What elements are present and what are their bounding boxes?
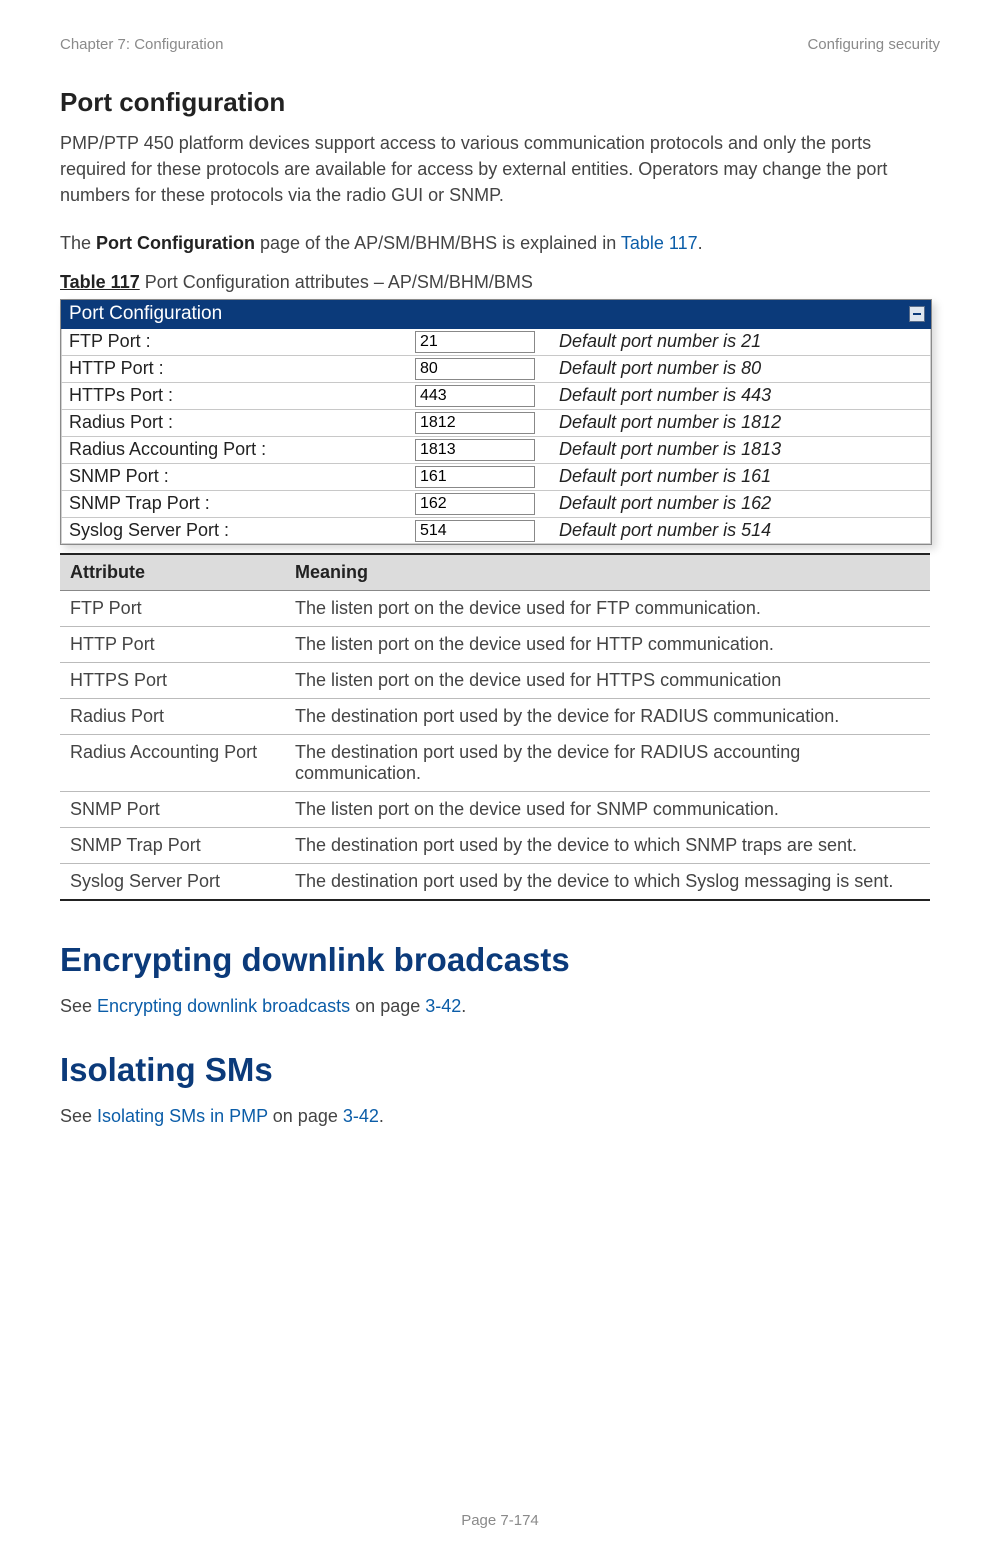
port-label: FTP Port : — [61, 329, 411, 355]
port-hint: Default port number is 1813 — [551, 436, 931, 463]
attr-cell: HTTPS Port — [60, 663, 285, 699]
table-caption: Table 117 Port Configuration attributes … — [60, 272, 940, 293]
intro-paragraph: PMP/PTP 450 platform devices support acc… — [60, 130, 940, 208]
text: on page — [350, 996, 425, 1016]
table-row: HTTP Port The listen port on the device … — [60, 627, 930, 663]
table-row: HTTPS Port The listen port on the device… — [60, 663, 930, 699]
col-meaning: Meaning — [285, 554, 930, 591]
attribute-meaning-table: Attribute Meaning FTP Port The listen po… — [60, 553, 930, 901]
table-row: SNMP Port The listen port on the device … — [60, 792, 930, 828]
collapse-icon[interactable] — [909, 306, 925, 322]
port-input-wrap — [411, 517, 551, 544]
table-row: FTP Port The listen port on the device u… — [60, 591, 930, 627]
text: See — [60, 1106, 97, 1126]
text: page of the AP/SM/BHM/BHS is explained i… — [255, 233, 621, 253]
text: . — [461, 996, 466, 1016]
meaning-cell: The listen port on the device used for S… — [285, 792, 930, 828]
port-input-wrap — [411, 382, 551, 409]
cross-ref-link[interactable]: Encrypting downlink broadcasts — [97, 996, 350, 1016]
text: The — [60, 233, 96, 253]
port-hint: Default port number is 21 — [551, 329, 931, 355]
section-title-port-config: Port configuration — [60, 87, 940, 118]
see-reference: See Isolating SMs in PMP on page 3-42. — [60, 1103, 940, 1129]
attr-cell: HTTP Port — [60, 627, 285, 663]
see-reference: See Encrypting downlink broadcasts on pa… — [60, 993, 940, 1019]
meaning-cell: The destination port used by the device … — [285, 735, 930, 792]
attr-cell: Syslog Server Port — [60, 864, 285, 901]
table-link[interactable]: Table 117 — [621, 233, 698, 253]
port-label: HTTPs Port : — [61, 382, 411, 409]
table-caption-text: Port Configuration attributes – AP/SM/BH… — [140, 272, 533, 292]
document-page: Chapter 7: Configuration Configuring sec… — [0, 0, 1000, 1555]
bold-text: Port Configuration — [96, 233, 255, 253]
reference-paragraph: The Port Configuration page of the AP/SM… — [60, 230, 940, 256]
attr-cell: Radius Port — [60, 699, 285, 735]
port-configuration-panel: Port Configuration FTP Port : Default po… — [60, 299, 932, 545]
page-number: Page 7-174 — [461, 1512, 539, 1529]
port-input-wrap — [411, 355, 551, 382]
port-input-wrap — [411, 329, 551, 355]
meaning-cell: The destination port used by the device … — [285, 699, 930, 735]
table-row: Syslog Server Port The destination port … — [60, 864, 930, 901]
port-hint: Default port number is 80 — [551, 355, 931, 382]
panel-titlebar: Port Configuration — [61, 300, 931, 329]
port-hint: Default port number is 162 — [551, 490, 931, 517]
port-hint: Default port number is 443 — [551, 382, 931, 409]
header-right: Configuring security — [807, 36, 940, 53]
attr-cell: SNMP Port — [60, 792, 285, 828]
col-attribute: Attribute — [60, 554, 285, 591]
snmp-trap-port-input[interactable] — [415, 493, 535, 515]
table-number: Table 117 — [60, 272, 140, 292]
attr-cell: SNMP Trap Port — [60, 828, 285, 864]
text: See — [60, 996, 97, 1016]
syslog-server-port-input[interactable] — [415, 520, 535, 542]
ftp-port-input[interactable] — [415, 331, 535, 353]
port-input-wrap — [411, 409, 551, 436]
attr-cell: Radius Accounting Port — [60, 735, 285, 792]
text: . — [698, 233, 703, 253]
meaning-cell: The destination port used by the device … — [285, 828, 930, 864]
text: . — [379, 1106, 384, 1126]
port-label: HTTP Port : — [61, 355, 411, 382]
meaning-cell: The listen port on the device used for H… — [285, 627, 930, 663]
header-left: Chapter 7: Configuration — [60, 36, 223, 53]
https-port-input[interactable] — [415, 385, 535, 407]
port-hint: Default port number is 1812 — [551, 409, 931, 436]
section-title-isolating: Isolating SMs — [60, 1051, 940, 1089]
port-label: Radius Accounting Port : — [61, 436, 411, 463]
page-footer: Page 7-174 — [0, 1512, 1000, 1529]
port-config-grid: FTP Port : Default port number is 21 HTT… — [61, 329, 931, 544]
port-input-wrap — [411, 490, 551, 517]
text: on page — [268, 1106, 343, 1126]
port-label: SNMP Trap Port : — [61, 490, 411, 517]
meaning-cell: The destination port used by the device … — [285, 864, 930, 901]
port-label: Radius Port : — [61, 409, 411, 436]
panel-title: Port Configuration — [69, 303, 222, 325]
port-label: Syslog Server Port : — [61, 517, 411, 544]
port-input-wrap — [411, 463, 551, 490]
attr-cell: FTP Port — [60, 591, 285, 627]
meaning-cell: The listen port on the device used for F… — [285, 591, 930, 627]
port-input-wrap — [411, 436, 551, 463]
radius-port-input[interactable] — [415, 412, 535, 434]
port-hint: Default port number is 161 — [551, 463, 931, 490]
port-label: SNMP Port : — [61, 463, 411, 490]
radius-accounting-port-input[interactable] — [415, 439, 535, 461]
page-ref-link[interactable]: 3-42 — [343, 1106, 379, 1126]
table-header-row: Attribute Meaning — [60, 554, 930, 591]
page-ref-link[interactable]: 3-42 — [425, 996, 461, 1016]
port-hint: Default port number is 514 — [551, 517, 931, 544]
snmp-port-input[interactable] — [415, 466, 535, 488]
section-title-encrypting: Encrypting downlink broadcasts — [60, 941, 940, 979]
meaning-cell: The listen port on the device used for H… — [285, 663, 930, 699]
table-row: SNMP Trap Port The destination port used… — [60, 828, 930, 864]
page-header: Chapter 7: Configuration Configuring sec… — [60, 36, 940, 53]
http-port-input[interactable] — [415, 358, 535, 380]
table-row: Radius Accounting Port The destination p… — [60, 735, 930, 792]
table-row: Radius Port The destination port used by… — [60, 699, 930, 735]
cross-ref-link[interactable]: Isolating SMs in PMP — [97, 1106, 268, 1126]
